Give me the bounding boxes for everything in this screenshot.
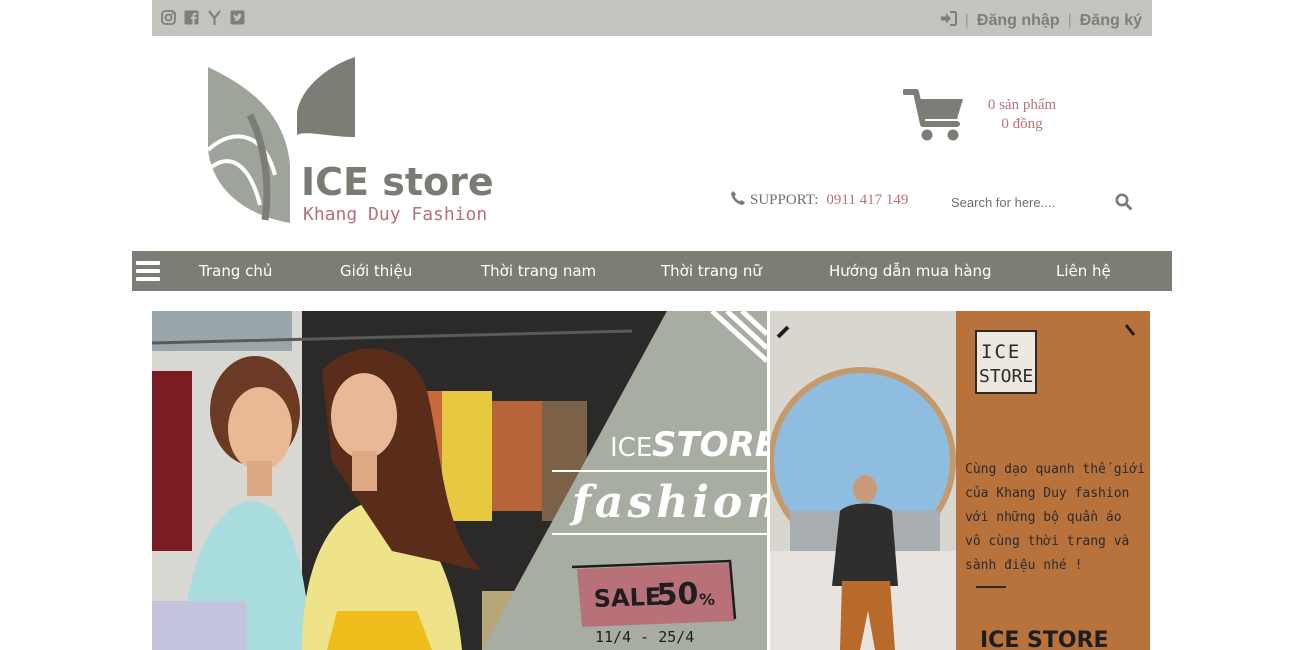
top-bar: | Đăng nhập | Đăng ký: [152, 0, 1152, 36]
banner-tagline: fashion: [569, 477, 767, 528]
nav-item-contact[interactable]: Liên hệ: [1056, 262, 1111, 280]
promo-banner-right[interactable]: ICE STORE Cùng dạo quanh thế giới của Kh…: [770, 311, 1150, 650]
cart-icon[interactable]: [902, 88, 967, 144]
cart-summary[interactable]: 0 sản phẩm 0 đồng: [972, 96, 1072, 134]
nav-item-guide[interactable]: Hướng dẫn mua hàng: [829, 262, 992, 280]
auth-separator: |: [964, 12, 969, 29]
banner-sale-value: 50: [656, 577, 699, 613]
right-text-line: Cùng dạo quanh thế giới: [965, 462, 1145, 477]
cart-count: 0 sản phẩm: [987, 97, 1057, 113]
right-text-line: của Khang Duy fashion: [965, 486, 1129, 501]
right-text-line: với những bộ quần áo: [965, 510, 1122, 525]
twitter-icon[interactable]: [230, 10, 245, 25]
main-nav: Trang chủ Giới thiệu Thời trang nam Thời…: [132, 251, 1172, 291]
nav-item-about[interactable]: Giới thiệu: [340, 262, 412, 280]
logo-title: ICE store: [301, 160, 494, 204]
search-icon[interactable]: [1114, 192, 1134, 212]
banner-sale-unit: %: [699, 590, 715, 609]
search-input[interactable]: [942, 188, 1112, 216]
nav-item-home[interactable]: Trang chủ: [199, 262, 272, 280]
social-links: [161, 10, 245, 25]
auth-separator: |: [1067, 12, 1072, 29]
right-footer: ICE STORE: [980, 628, 1109, 650]
banner-sale-label: SALE: [593, 583, 661, 613]
banner-dates: 11/4 - 25/4: [595, 628, 694, 646]
logo-subtitle: Khang Duy Fashion: [303, 204, 487, 225]
right-badge-line2: STORE: [979, 366, 1033, 387]
search-box: [942, 188, 1142, 216]
support-label: SUPPORT:: [750, 192, 819, 208]
phone-icon: [730, 190, 746, 211]
support-phone[interactable]: 0911 417 149: [826, 192, 908, 209]
banner-brand-bold: STORE: [652, 425, 767, 465]
login-link[interactable]: Đăng nhập: [977, 12, 1060, 30]
auth-links: | Đăng nhập | Đăng ký: [940, 11, 1142, 31]
menu-icon[interactable]: [136, 261, 160, 282]
nav-item-men[interactable]: Thời trang nam: [481, 262, 596, 280]
login-icon[interactable]: [940, 11, 957, 31]
right-text-line: sành điệu nhé !: [965, 558, 1082, 573]
cart-total: 0 đồng: [1001, 116, 1043, 132]
right-text-line: vô cùng thời trang và: [965, 534, 1129, 549]
instagram-icon[interactable]: [161, 10, 176, 25]
yandex-icon[interactable]: [207, 10, 222, 25]
support-info: SUPPORT: 0911 417 149: [730, 190, 908, 211]
nav-item-women[interactable]: Thời trang nữ: [661, 262, 762, 280]
site-logo[interactable]: ICE store Khang Duy Fashion: [205, 55, 495, 230]
right-badge-line1: ICE: [981, 341, 1021, 363]
banner-brand-light: ICE: [610, 433, 652, 463]
facebook-icon[interactable]: [184, 10, 199, 25]
register-link[interactable]: Đăng ký: [1080, 12, 1142, 30]
promo-banner-left[interactable]: ICE STORE fashion SALE 50 % 11/4 - 25/4: [152, 311, 767, 650]
